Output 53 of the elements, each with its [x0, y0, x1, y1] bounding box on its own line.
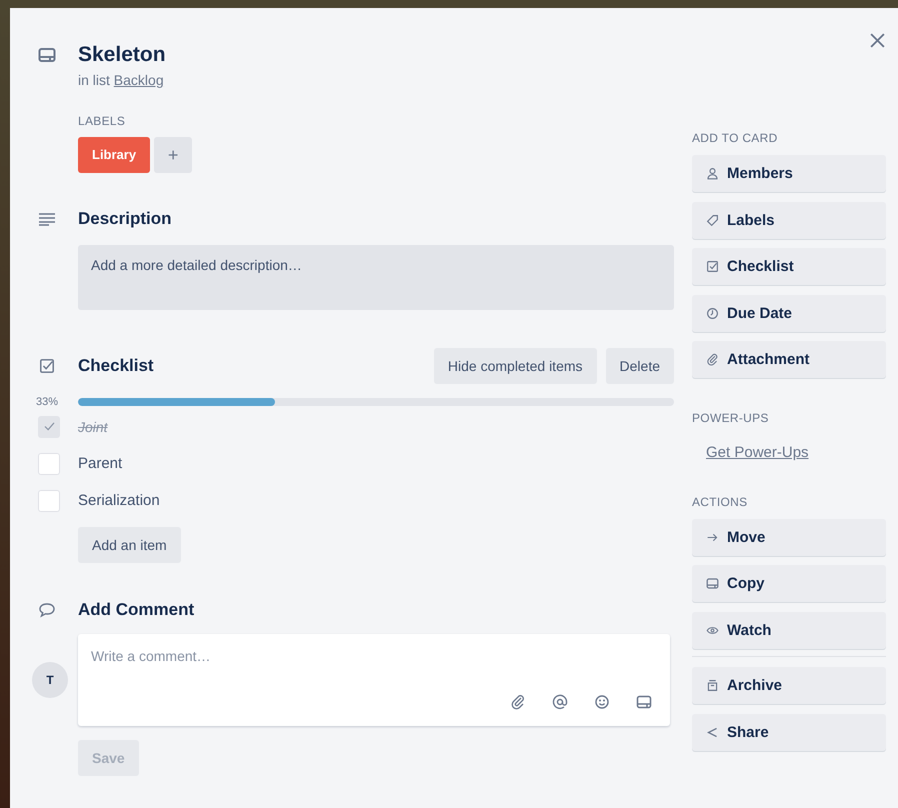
emoji-icon[interactable]	[594, 694, 610, 710]
hide-completed-button[interactable]: Hide completed items	[434, 348, 597, 384]
list-link[interactable]: Backlog	[114, 72, 164, 88]
delete-button[interactable]: Delete	[606, 348, 674, 384]
checkbox[interactable]	[38, 490, 60, 512]
checklist-icon	[706, 260, 719, 273]
mention-icon[interactable]	[552, 694, 568, 710]
card-title: Skeleton	[78, 42, 166, 68]
move-button[interactable]: Move	[692, 518, 886, 556]
checklist-item: Serialization	[78, 492, 160, 509]
share-button[interactable]: Share	[692, 714, 886, 750]
description-icon	[38, 211, 56, 227]
archive-icon	[706, 679, 719, 692]
card-icon	[38, 47, 56, 63]
speech-bubble-icon	[38, 602, 56, 618]
description-field[interactable]: Add a more detailed description…	[78, 245, 674, 310]
copy-button[interactable]: Copy	[692, 565, 886, 602]
person-icon	[706, 167, 719, 180]
tag-icon	[706, 214, 719, 226]
watch-button[interactable]: Watch	[692, 612, 886, 648]
archive-button[interactable]: Archive	[692, 667, 886, 704]
card-icon[interactable]	[636, 694, 652, 710]
add-to-card-heading: ADD TO CARD	[692, 131, 779, 145]
checklist-icon	[38, 358, 56, 374]
close-icon[interactable]	[869, 32, 886, 49]
checkbox[interactable]	[38, 452, 60, 474]
due-button[interactable]: Due Date	[692, 294, 886, 332]
share-icon	[706, 726, 719, 738]
members-button[interactable]: Members	[692, 155, 886, 192]
checkbox[interactable]	[38, 416, 60, 438]
checklist-item: Parent	[78, 455, 122, 472]
card-icon	[706, 577, 719, 590]
get-power-ups-link[interactable]: Get Power-Ups	[706, 444, 886, 460]
labels-button[interactable]: Labels	[692, 202, 886, 238]
avatar[interactable]: T	[32, 662, 68, 698]
add-comment-heading: Add Comment	[78, 600, 194, 620]
actions-heading: ACTIONS	[692, 494, 748, 508]
add-label-button[interactable]: +	[154, 137, 192, 173]
checkmark-icon	[44, 422, 54, 431]
paperclip-icon	[706, 353, 719, 366]
attachment-button[interactable]: Attachment	[692, 341, 886, 378]
power-ups-heading: POWER-UPS	[692, 410, 770, 424]
paperclip-icon[interactable]	[510, 694, 526, 710]
progress-percent: 33%	[36, 396, 60, 408]
checklist-item: Joint	[78, 418, 108, 434]
checklist-heading: Checklist	[78, 356, 154, 376]
list-prefix: in list	[78, 72, 110, 88]
clock-icon	[706, 306, 719, 320]
checklist-button[interactable]: Checklist	[692, 248, 886, 285]
description-heading: Description	[78, 209, 172, 229]
comment-placeholder: Write a comment…	[91, 648, 211, 664]
add-item-button[interactable]: Add an item	[78, 527, 181, 563]
labels-heading: LABELS	[78, 114, 126, 128]
